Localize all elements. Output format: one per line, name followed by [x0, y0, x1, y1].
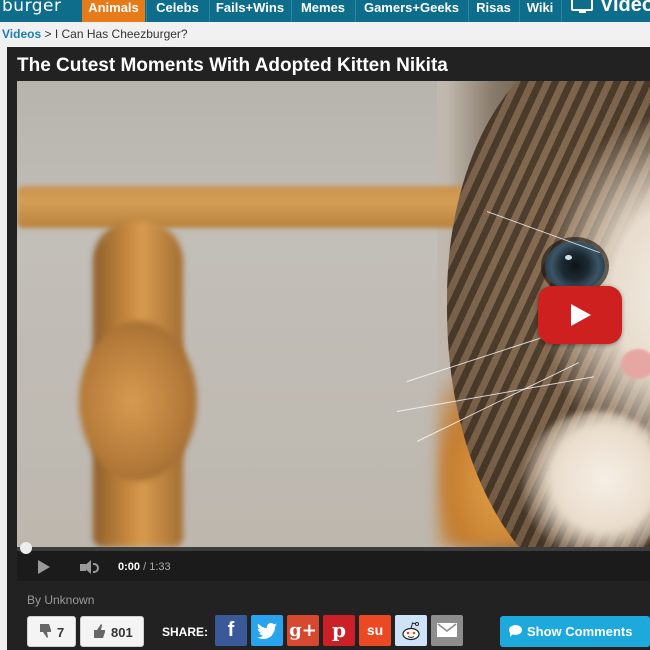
nav-item-label: Celebs: [156, 0, 199, 15]
nav-item-label: Gamers+Geeks: [363, 0, 460, 15]
facebook-icon: f: [227, 619, 235, 641]
time-display: 0:00 / 1:33: [118, 561, 171, 573]
nav-item-label: Fails+Wins: [215, 0, 285, 15]
nav-item-label: Memes: [300, 0, 346, 15]
google-plus-share-button[interactable]: g+: [287, 615, 319, 646]
nav-item-videos[interactable]: Videos: [600, 0, 650, 17]
byline: By Unknown: [27, 593, 95, 607]
current-time: 0:00: [118, 561, 141, 573]
nav-item-label: Risas: [476, 0, 511, 15]
google-plus-icon: g+: [289, 620, 317, 641]
site-logo[interactable]: burger: [2, 0, 62, 16]
logo-text: burger: [2, 0, 62, 16]
stumbleupon-share-button[interactable]: su: [359, 615, 391, 646]
upvote-count: 801: [111, 625, 133, 640]
email-share-button[interactable]: [431, 615, 463, 646]
tv-icon: [571, 0, 593, 13]
play-icon: [571, 304, 591, 326]
nav-item-label: Animals: [88, 0, 139, 15]
thumbs-up-icon: [94, 624, 105, 638]
nav-item-label: Wiki: [526, 0, 554, 15]
pinterest-icon: p: [332, 618, 346, 642]
nav-item-memes[interactable]: Memes: [292, 0, 354, 22]
scrub-handle[interactable]: [20, 542, 32, 554]
progress-bar[interactable]: [17, 547, 650, 551]
video-thumbnail[interactable]: [17, 81, 650, 547]
youtube-play-button[interactable]: [538, 286, 622, 344]
nav-item-fails-wins[interactable]: Fails+Wins: [210, 0, 290, 22]
volume-icon-wave: [93, 563, 99, 573]
pinterest-share-button[interactable]: p: [323, 615, 355, 646]
show-comments-label: Show Comments: [527, 624, 633, 639]
time-separator: /: [143, 561, 147, 573]
email-icon: [437, 623, 457, 637]
nav-divider: [561, 0, 562, 22]
stumbleupon-icon: su: [366, 622, 384, 638]
volume-icon-cone: [83, 560, 91, 574]
breadcrumb: Videos > I Can Has Cheezburger?: [2, 27, 188, 41]
nav-item-wiki[interactable]: Wiki: [520, 0, 560, 22]
top-nav: burger Animals Celebs Fails+Wins Memes G…: [0, 0, 650, 22]
breadcrumb-separator: >: [44, 27, 52, 41]
show-comments-button[interactable]: Show Comments: [500, 616, 650, 647]
twitter-icon: [257, 622, 277, 640]
nav-item-celebs[interactable]: Celebs: [147, 0, 208, 22]
volume-icon[interactable]: [80, 560, 102, 576]
twitter-share-button[interactable]: [251, 615, 283, 646]
thumbnail-chair-rail: [17, 186, 487, 228]
video-card: The Cutest Moments With Adopted Kitten N…: [7, 47, 650, 650]
reddit-icon: [402, 622, 420, 641]
share-label: SHARE:: [162, 625, 209, 639]
nav-item-risas[interactable]: Risas: [469, 0, 518, 22]
play-icon[interactable]: [38, 560, 50, 574]
nav-item-label: Videos: [600, 0, 650, 16]
nav-item-animals[interactable]: Animals: [82, 0, 145, 22]
thumbs-down-icon: [40, 624, 51, 638]
thumbnail-chair-bulb: [79, 321, 197, 481]
reddit-share-button[interactable]: [395, 615, 427, 646]
facebook-share-button[interactable]: f: [215, 615, 247, 646]
speech-bubble-icon: [509, 625, 522, 637]
breadcrumb-link-videos[interactable]: Videos: [2, 27, 41, 41]
page-title[interactable]: The Cutest Moments With Adopted Kitten N…: [17, 55, 448, 77]
nav-item-gamers-geeks[interactable]: Gamers+Geeks: [356, 0, 467, 22]
thumbnail-kitten-eye: [545, 241, 605, 291]
duration: 1:33: [149, 561, 171, 573]
breadcrumb-current[interactable]: I Can Has Cheezburger?: [55, 27, 188, 41]
downvote-count: 7: [57, 625, 65, 640]
thumbnail-kitten-nose: [621, 349, 650, 379]
downvote-button[interactable]: 7: [27, 616, 76, 647]
thumbnail-background: [17, 81, 437, 547]
upvote-button[interactable]: 801: [80, 616, 144, 647]
player-controls: 0:00 / 1:33: [17, 542, 650, 581]
